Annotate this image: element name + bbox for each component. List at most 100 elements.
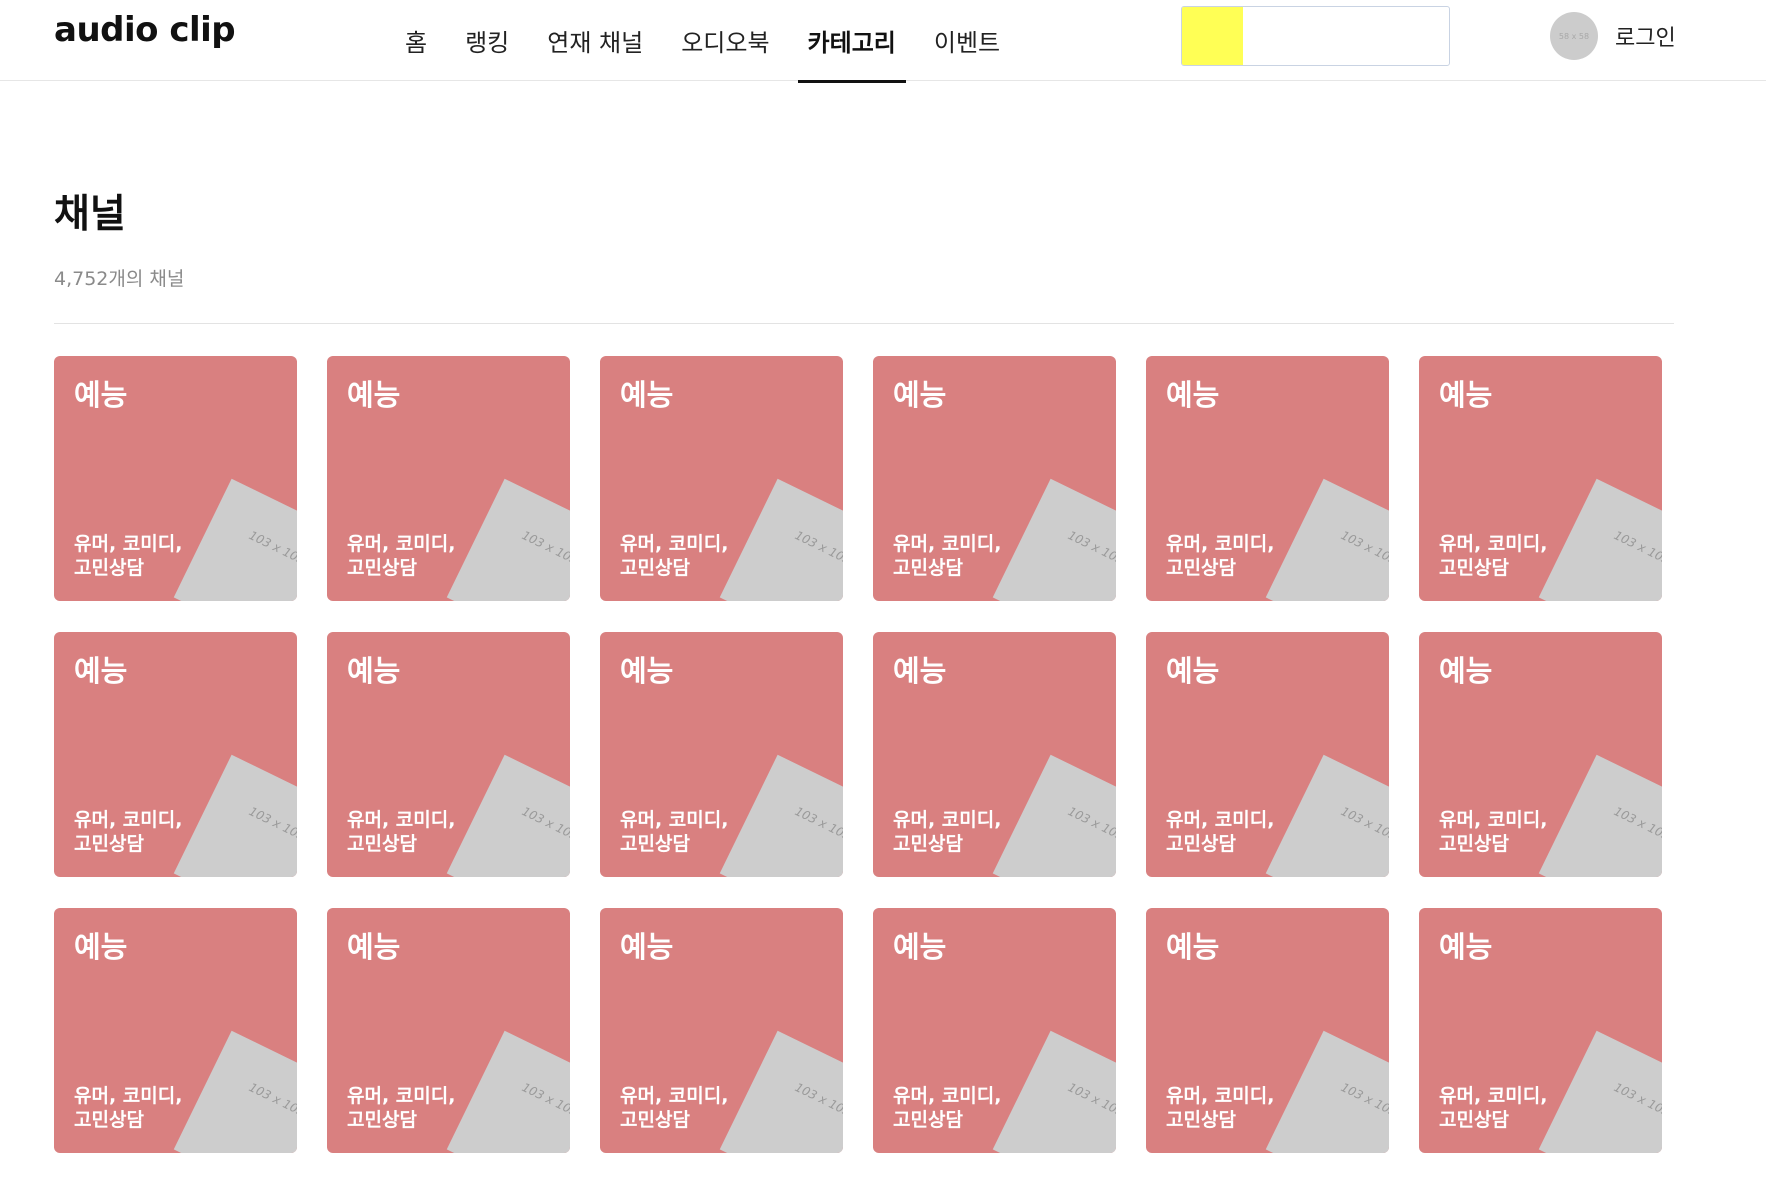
card-tags-line: 고민상담	[620, 557, 690, 579]
channel-card[interactable]: 예능 103 x 103 유머, 코미디, 고민상담	[600, 356, 843, 601]
thumbnail-size-label: 103 x 103	[1065, 528, 1116, 568]
channel-card[interactable]: 예능 103 x 103 유머, 코미디, 고민상담	[327, 632, 570, 877]
card-tags-line: 유머, 코미디,	[1439, 533, 1548, 555]
card-category-title: 예능	[347, 654, 401, 688]
search-input[interactable]	[1243, 7, 1449, 65]
card-category-title: 예능	[1439, 930, 1493, 964]
card-tags-line: 고민상담	[347, 557, 417, 579]
card-tags-line: 유머, 코미디,	[347, 533, 456, 555]
card-category-title: 예능	[74, 654, 128, 688]
card-tags: 유머, 코미디, 고민상담	[1166, 532, 1286, 580]
channel-card[interactable]: 예능 103 x 103 유머, 코미디, 고민상담	[1419, 356, 1662, 601]
card-tags: 유머, 코미디, 고민상담	[893, 808, 1013, 856]
card-category-title: 예능	[347, 930, 401, 964]
card-tags: 유머, 코미디, 고민상담	[893, 532, 1013, 580]
card-tags: 유머, 코미디, 고민상담	[74, 808, 194, 856]
channel-card[interactable]: 예능 103 x 103 유머, 코미디, 고민상담	[1146, 632, 1389, 877]
channel-card[interactable]: 예능 103 x 103 유머, 코미디, 고민상담	[873, 908, 1116, 1153]
thumbnail-size-label: 103 x 103	[1611, 528, 1662, 568]
card-tags: 유머, 코미디, 고민상담	[1166, 808, 1286, 856]
channel-card[interactable]: 예능 103 x 103 유머, 코미디, 고민상담	[1419, 908, 1662, 1153]
thumbnail-size-label: 103 x 103	[519, 804, 570, 844]
search-box[interactable]	[1181, 6, 1450, 66]
card-tags-line: 유머, 코미디,	[893, 809, 1002, 831]
channel-card[interactable]: 예능 103 x 103 유머, 코미디, 고민상담	[600, 632, 843, 877]
thumbnail-size-label: 103 x 103	[1611, 804, 1662, 844]
channel-card[interactable]: 예능 103 x 103 유머, 코미디, 고민상담	[54, 908, 297, 1153]
thumbnail-size-label: 103 x 103	[1611, 1080, 1662, 1120]
card-tags-line: 고민상담	[74, 557, 144, 579]
card-tags-line: 고민상담	[347, 1109, 417, 1131]
card-tags: 유머, 코미디, 고민상담	[1439, 808, 1559, 856]
channel-card[interactable]: 예능 103 x 103 유머, 코미디, 고민상담	[327, 908, 570, 1153]
nav-item-home[interactable]: 홈	[405, 0, 427, 81]
nav-item-category[interactable]: 카테고리	[797, 0, 907, 83]
card-tags: 유머, 코미디, 고민상담	[893, 1084, 1013, 1132]
channel-card[interactable]: 예능 103 x 103 유머, 코미디, 고민상담	[327, 356, 570, 601]
top-header: audio clip 홈 랭킹 연재 채널 오디오북 카테고리 이벤트 58 x…	[0, 0, 1766, 83]
card-tags: 유머, 코미디, 고민상담	[620, 532, 740, 580]
nav-item-audiobook[interactable]: 오디오북	[681, 0, 769, 81]
thumbnail-size-label: 103 x 103	[1338, 804, 1389, 844]
channel-card[interactable]: 예능 103 x 103 유머, 코미디, 고민상담	[600, 908, 843, 1153]
channel-count: 4,752개의 채널	[54, 268, 185, 290]
card-tags-line: 고민상담	[893, 557, 963, 579]
card-tags-line: 유머, 코미디,	[1439, 1085, 1548, 1107]
card-tags: 유머, 코미디, 고민상담	[1439, 1084, 1559, 1132]
card-tags-line: 고민상담	[1166, 833, 1236, 855]
channel-card[interactable]: 예능 103 x 103 유머, 코미디, 고민상담	[1419, 632, 1662, 877]
nav-item-events[interactable]: 이벤트	[934, 0, 1000, 81]
card-category-title: 예능	[347, 378, 401, 412]
card-tags-line: 유머, 코미디,	[74, 1085, 183, 1107]
card-tags-line: 고민상담	[1166, 1109, 1236, 1131]
card-tags-line: 고민상담	[74, 1109, 144, 1131]
card-tags-line: 고민상담	[1166, 557, 1236, 579]
card-tags: 유머, 코미디, 고민상담	[620, 808, 740, 856]
nav-item-series-channels[interactable]: 연재 채널	[547, 0, 643, 81]
thumbnail-size-label: 103 x 103	[792, 528, 843, 568]
channel-card[interactable]: 예능 103 x 103 유머, 코미디, 고민상담	[54, 356, 297, 601]
card-category-title: 예능	[620, 654, 674, 688]
card-tags-line: 유머, 코미디,	[620, 809, 729, 831]
channel-card[interactable]: 예능 103 x 103 유머, 코미디, 고민상담	[54, 632, 297, 877]
card-category-title: 예능	[1439, 378, 1493, 412]
channel-grid: 예능 103 x 103 유머, 코미디, 고민상담 예능 103 x 103 유머, 코미…	[54, 356, 1662, 1153]
thumbnail-size-label: 103 x 103	[792, 1080, 843, 1120]
card-tags-line: 유머, 코미디,	[1166, 809, 1275, 831]
channel-card[interactable]: 예능 103 x 103 유머, 코미디, 고민상담	[1146, 356, 1389, 601]
card-category-title: 예능	[893, 654, 947, 688]
card-tags-line: 고민상담	[1439, 1109, 1509, 1131]
thumbnail-size-label: 103 x 103	[519, 528, 570, 568]
channel-card[interactable]: 예능 103 x 103 유머, 코미디, 고민상담	[873, 356, 1116, 601]
divider	[54, 323, 1674, 324]
card-tags: 유머, 코미디, 고민상담	[74, 1084, 194, 1132]
channel-card[interactable]: 예능 103 x 103 유머, 코미디, 고민상담	[1146, 908, 1389, 1153]
card-tags-line: 고민상담	[893, 833, 963, 855]
card-tags-line: 고민상담	[893, 1109, 963, 1131]
card-tags-line: 고민상담	[1439, 833, 1509, 855]
card-category-title: 예능	[893, 930, 947, 964]
channel-card[interactable]: 예능 103 x 103 유머, 코미디, 고민상담	[873, 632, 1116, 877]
logo[interactable]: audio clip	[54, 10, 236, 50]
card-tags: 유머, 코미디, 고민상담	[620, 1084, 740, 1132]
login-link[interactable]: 로그인	[1615, 20, 1676, 52]
thumbnail-size-label: 103 x 103	[1065, 1080, 1116, 1120]
thumbnail-size-label: 103 x 103	[246, 1080, 297, 1120]
thumbnail-size-label: 103 x 103	[1065, 804, 1116, 844]
card-category-title: 예능	[1166, 378, 1220, 412]
card-tags: 유머, 코미디, 고민상담	[74, 532, 194, 580]
avatar[interactable]: 58 x 58	[1550, 12, 1598, 60]
card-tags-line: 고민상담	[347, 833, 417, 855]
card-tags-line: 유머, 코미디,	[1439, 809, 1548, 831]
card-tags-line: 유머, 코미디,	[1166, 533, 1275, 555]
nav-item-ranking[interactable]: 랭킹	[465, 0, 509, 81]
search-highlight	[1182, 7, 1243, 65]
thumbnail-size-label: 103 x 103	[792, 804, 843, 844]
card-tags: 유머, 코미디, 고민상담	[347, 532, 467, 580]
card-category-title: 예능	[620, 378, 674, 412]
card-tags-line: 유머, 코미디,	[620, 533, 729, 555]
avatar-placeholder-text: 58 x 58	[1558, 31, 1590, 41]
card-tags: 유머, 코미디, 고민상담	[347, 1084, 467, 1132]
thumbnail-size-label: 103 x 103	[1338, 528, 1389, 568]
card-category-title: 예능	[74, 930, 128, 964]
